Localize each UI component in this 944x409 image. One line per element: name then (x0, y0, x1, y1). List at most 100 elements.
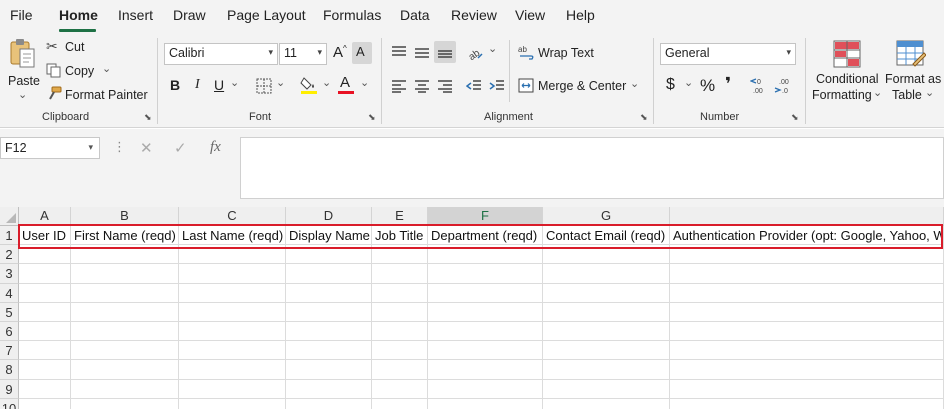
orientation-icon[interactable]: ab (466, 43, 484, 61)
cell[interactable] (428, 398, 543, 409)
cell[interactable] (670, 360, 944, 380)
cell[interactable] (543, 341, 670, 361)
align-left-icon[interactable] (391, 79, 407, 93)
tab-insert[interactable]: Insert (118, 7, 153, 23)
cell[interactable]: Contact Email (reqd) (543, 226, 670, 246)
cell[interactable] (286, 283, 372, 303)
tab-review[interactable]: Review (451, 7, 497, 23)
shrink-font-button[interactable]: A (352, 42, 372, 64)
cell[interactable] (286, 360, 372, 380)
cell[interactable] (179, 322, 286, 342)
cell[interactable] (71, 264, 179, 284)
row-header[interactable]: 8 (0, 360, 19, 380)
cell[interactable] (179, 283, 286, 303)
cell[interactable] (19, 360, 71, 380)
cell[interactable] (543, 398, 670, 409)
cell[interactable] (372, 283, 428, 303)
conditional-formatting-button[interactable]: Conditional Formatting ⌄ (812, 38, 882, 104)
copy-button[interactable]: Copy ⌄ (46, 62, 116, 80)
currency-button[interactable]: $ (666, 76, 675, 94)
row-header[interactable]: 7 (0, 341, 19, 361)
row-header[interactable]: 4 (0, 283, 19, 303)
cell[interactable] (428, 322, 543, 342)
column-header-h[interactable] (670, 207, 944, 226)
cell[interactable] (179, 302, 286, 322)
paste-button[interactable]: Paste ⌄ (4, 36, 40, 102)
tab-draw[interactable]: Draw (173, 7, 206, 23)
dialog-launcher-icon[interactable]: ⬊ (640, 112, 648, 123)
column-header-d[interactable]: D (286, 207, 372, 226)
cell[interactable] (71, 283, 179, 303)
wrap-text-button[interactable]: ab Wrap Text (518, 44, 608, 62)
align-bottom-button[interactable] (434, 41, 456, 63)
font-name-select[interactable]: Calibri ▾ (164, 43, 278, 65)
cell[interactable] (670, 302, 944, 322)
cell[interactable]: Last Name (reqd) (179, 226, 286, 246)
row-header[interactable]: 3 (0, 264, 19, 284)
cell[interactable] (71, 322, 179, 342)
cell[interactable] (71, 360, 179, 380)
row-header[interactable]: 9 (0, 379, 19, 399)
tab-home[interactable]: Home (59, 7, 98, 23)
cell[interactable] (428, 302, 543, 322)
cell[interactable] (179, 341, 286, 361)
cell[interactable] (670, 379, 944, 399)
cell[interactable] (19, 264, 71, 284)
align-top-icon[interactable] (391, 45, 407, 59)
cell[interactable] (19, 398, 71, 409)
cell[interactable] (179, 360, 286, 380)
borders-icon[interactable] (256, 78, 272, 94)
cell[interactable] (71, 379, 179, 399)
insert-function-icon[interactable]: fx (210, 139, 221, 156)
cell[interactable] (428, 264, 543, 284)
italic-button[interactable]: I (195, 77, 200, 93)
cell[interactable] (286, 302, 372, 322)
cell[interactable]: Job Title (372, 226, 428, 246)
cell[interactable] (543, 379, 670, 399)
cell[interactable] (372, 302, 428, 322)
cell[interactable] (71, 302, 179, 322)
cell[interactable] (670, 398, 944, 409)
cell[interactable]: Display Name (286, 226, 372, 246)
tab-page-layout[interactable]: Page Layout (227, 7, 306, 23)
tab-data[interactable]: Data (400, 7, 430, 23)
cell[interactable] (372, 398, 428, 409)
increase-indent-icon[interactable] (489, 79, 505, 93)
cell[interactable] (543, 302, 670, 322)
font-size-select[interactable]: 11 ▾ (279, 43, 327, 65)
format-painter-button[interactable]: Format Painter (46, 86, 148, 104)
cell[interactable] (179, 398, 286, 409)
merge-center-button[interactable]: Merge & Center ⌄ (518, 77, 643, 95)
underline-button[interactable]: U (214, 77, 224, 93)
tab-view[interactable]: View (515, 7, 545, 23)
cell[interactable] (372, 322, 428, 342)
dialog-launcher-icon[interactable]: ⬊ (144, 112, 152, 123)
cancel-icon[interactable]: ✕ (140, 139, 153, 157)
increase-decimal-icon[interactable]: 0.00 (750, 76, 770, 94)
row-header[interactable]: 6 (0, 322, 19, 342)
cell[interactable] (670, 264, 944, 284)
row-header[interactable]: 2 (0, 245, 19, 265)
cut-button[interactable]: ✂ Cut (46, 38, 96, 56)
dialog-launcher-icon[interactable]: ⬊ (368, 112, 376, 123)
column-header-b[interactable]: B (71, 207, 179, 226)
cell[interactable]: First Name (reqd) (71, 226, 179, 246)
cell[interactable] (71, 341, 179, 361)
number-format-select[interactable]: General ▾ (660, 43, 796, 65)
cell[interactable] (428, 245, 543, 265)
dialog-launcher-icon[interactable]: ⬊ (791, 112, 799, 123)
decrease-indent-icon[interactable] (466, 79, 482, 93)
decrease-decimal-icon[interactable]: .00.0 (774, 76, 794, 94)
cell[interactable] (19, 379, 71, 399)
cell[interactable] (428, 360, 543, 380)
bold-button[interactable]: B (170, 77, 180, 93)
format-as-table-button[interactable]: Format as Table ⌄ (884, 38, 944, 104)
cell[interactable] (670, 341, 944, 361)
cell[interactable] (286, 245, 372, 265)
name-box[interactable]: F12 ▾ (0, 137, 100, 159)
cell[interactable] (670, 283, 944, 303)
cell[interactable] (543, 322, 670, 342)
font-color-button[interactable]: A (338, 74, 356, 96)
enter-icon[interactable]: ✓ (174, 139, 187, 157)
formula-input[interactable] (240, 137, 944, 199)
